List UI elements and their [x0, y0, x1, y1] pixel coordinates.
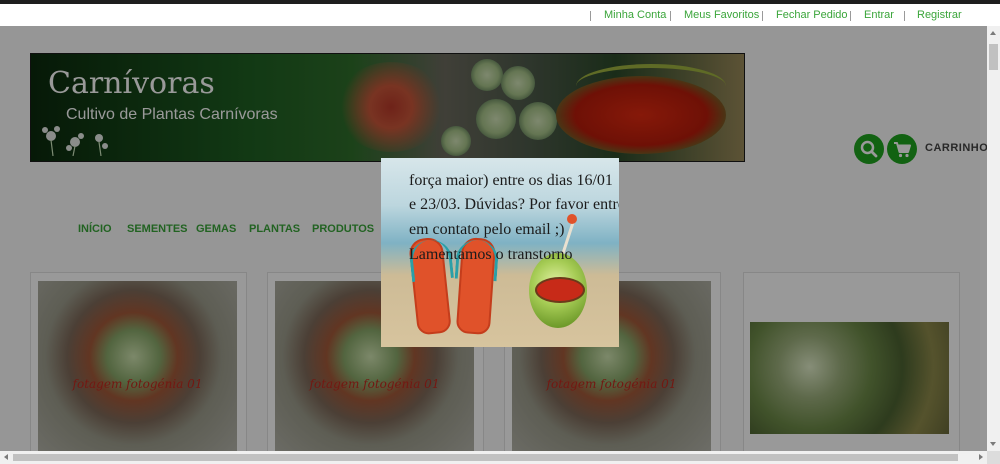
vertical-scrollbar-thumb[interactable]: [989, 44, 998, 70]
popup-text-line: em contato pelo email ;): [409, 221, 565, 238]
link-fechar-pedido[interactable]: Fechar Pedido: [776, 9, 848, 21]
horizontal-scrollbar[interactable]: [0, 451, 987, 464]
link-minha-conta[interactable]: Minha Conta: [604, 9, 666, 21]
horizontal-scrollbar-thumb[interactable]: [13, 454, 958, 461]
link-meus-favoritos[interactable]: Meus Favoritos: [684, 9, 759, 21]
link-entrar[interactable]: Entrar: [864, 9, 894, 21]
scrollbar-corner: [987, 451, 1000, 464]
separator: [904, 11, 905, 21]
scroll-down-arrow-icon[interactable]: [990, 442, 996, 446]
scroll-right-arrow-icon[interactable]: [979, 454, 983, 460]
popup-flytrap-mouth: [535, 277, 585, 303]
notice-popup[interactable]: força maior) entre os dias 16/01 e 23/03…: [381, 158, 619, 347]
popup-coconut-image: [529, 253, 587, 328]
scroll-left-arrow-icon[interactable]: [4, 454, 8, 460]
popup-text-line: e 23/03. Dúvidas? Por favor entre: [409, 196, 619, 213]
separator: [850, 11, 851, 21]
separator: [762, 11, 763, 21]
popup-text-line: força maior) entre os dias 16/01: [409, 172, 613, 189]
separator: [670, 11, 671, 21]
popup-text-line: Lamentamos o transtorno: [409, 246, 573, 263]
popup-straw-tip: [567, 214, 577, 224]
vertical-scrollbar[interactable]: [987, 26, 1000, 451]
scroll-up-arrow-icon[interactable]: [990, 31, 996, 35]
separator: [590, 11, 591, 21]
link-registrar[interactable]: Registrar: [917, 9, 962, 21]
account-links-bar: Minha Conta Meus Favoritos Fechar Pedido…: [0, 4, 987, 26]
